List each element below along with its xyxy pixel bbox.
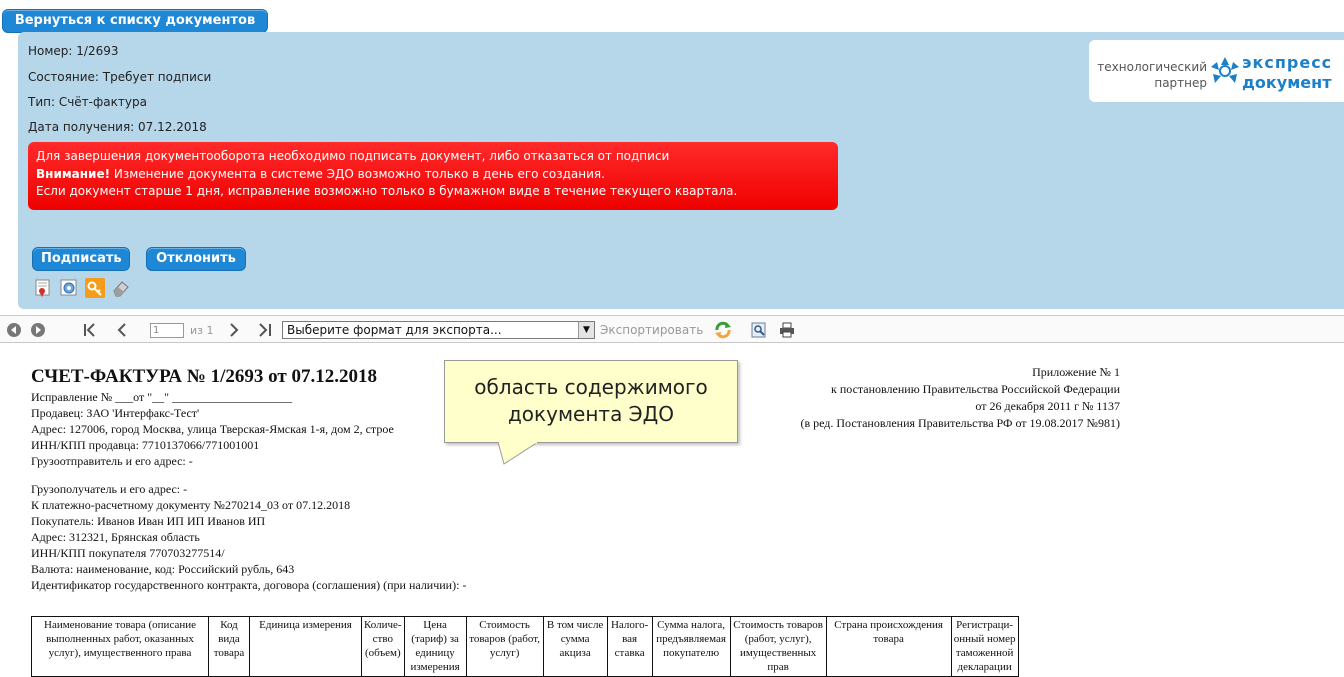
alert-line-2: Внимание! Изменение документа в системе …: [36, 166, 830, 184]
key-icon[interactable]: [85, 278, 105, 298]
table-header-cell: Наименование товара (описание выполненны…: [31, 616, 209, 677]
last-page-icon[interactable]: [256, 322, 276, 338]
back-nav-icon[interactable]: [6, 322, 22, 338]
doc-payment: К платежно-расчетному документу №270214_…: [31, 498, 351, 512]
annex-line-4: (в ред. Постановления Правительства РФ о…: [800, 416, 1120, 430]
report-toolbar: из 1 Выберите формат для экспорта... ▼ Э…: [0, 315, 1344, 343]
callout-line-1: область содержимого: [474, 375, 708, 399]
sign-button[interactable]: Подписать: [32, 247, 130, 271]
table-header-cell: Регистраци-онный номер таможенной деклар…: [950, 616, 1019, 677]
logo-brand-1: экспресс: [1242, 53, 1333, 72]
forward-nav-icon[interactable]: [30, 322, 46, 338]
print-icon[interactable]: [778, 321, 796, 339]
doc-type: Тип: Счёт-фактура: [28, 95, 147, 109]
logo-brand-2: документ: [1242, 73, 1332, 92]
refresh-icon[interactable]: [714, 321, 732, 339]
doc-currency: Валюта: наименование, код: Российский ру…: [31, 562, 295, 576]
prev-page-icon[interactable]: [114, 322, 130, 338]
back-to-list-button[interactable]: Вернуться к списку документов: [2, 9, 268, 33]
stamp-icon[interactable]: [59, 278, 79, 298]
alert-line-1: Для завершения документооборота необходи…: [36, 149, 670, 163]
document-content-area: СЧЕТ-ФАКТУРА № 1/2693 от 07.12.2018 Испр…: [0, 344, 1344, 677]
doc-buyer-inn: ИНН/КПП покупателя 770703277514/: [31, 546, 225, 560]
export-format-select[interactable]: Выберите формат для экспорта... ▼: [282, 321, 595, 339]
export-format-value: Выберите формат для экспорта...: [287, 323, 502, 337]
table-header-cell: Страна происхождения товара: [825, 616, 952, 677]
next-page-icon[interactable]: [226, 322, 242, 338]
doc-buyer-address: Адрес: 312321, Брянская область: [31, 530, 200, 544]
logo-text-2: партнер: [1154, 76, 1207, 90]
zoom-icon[interactable]: [750, 321, 768, 339]
doc-state: Состояние: Требует подписи: [28, 70, 212, 84]
first-page-icon[interactable]: [82, 322, 98, 338]
partner-logo: технологический партнер экспресс докумен…: [1089, 40, 1344, 102]
table-header-cell: Количе-ство (объем): [361, 616, 405, 677]
doc-consignee: Грузополучатель и его адрес: -: [31, 482, 188, 496]
annex-line-3: от 26 декабря 2011 г № 1137: [975, 399, 1120, 413]
express-document-logo-icon: [1211, 57, 1239, 83]
alert-line-3: Если документ старше 1 дня, исправление …: [36, 184, 738, 198]
table-header-cell: Единица измерения: [249, 616, 362, 677]
export-button[interactable]: Экспортировать: [600, 323, 703, 337]
doc-shipper: Грузоотправитель и его адрес: -: [31, 454, 193, 468]
page-number-input[interactable]: [150, 323, 184, 338]
annex-line-2: к постановлению Правительства Российской…: [831, 382, 1120, 396]
alert-line-2-text: Изменение документа в системе ЭДО возмож…: [110, 166, 605, 181]
table-header-cell: Сумма налога, предъявляемая покупателю: [651, 616, 731, 677]
doc-number: Номер: 1/2693: [28, 44, 119, 58]
annex-line-1: Приложение № 1: [1032, 365, 1120, 379]
warning-alert: Для завершения документооборота необходи…: [28, 142, 838, 210]
doc-buyer: Покупатель: Иванов Иван ИП ИП Иванов ИП: [31, 514, 266, 528]
callout-tooltip: область содержимого документа ЭДО: [444, 360, 738, 443]
table-header-cell: Налого-вая ставка: [606, 616, 653, 677]
table-header-cell: Цена (тариф) за единицу измерения: [403, 616, 467, 677]
chevron-down-icon[interactable]: ▼: [578, 322, 594, 338]
doc-correction: Исправление № ___от "__" _______________…: [31, 390, 293, 404]
alert-attention: Внимание!: [36, 166, 111, 181]
certificate-icon[interactable]: [33, 278, 53, 298]
table-header-cell: Код вида товара: [208, 616, 250, 677]
doc-seller: Продавец: ЗАО 'Интерфакс-Тест': [31, 406, 200, 420]
reject-button[interactable]: Отклонить: [146, 247, 246, 271]
callout-pointer-icon: [498, 442, 539, 465]
callout-line-2: документа ЭДО: [507, 402, 675, 426]
doc-seller-inn: ИНН/КПП продавца: 7710137066/771001001: [31, 438, 260, 452]
doc-seller-address: Адрес: 127006, город Москва, улица Тверс…: [31, 422, 394, 436]
table-header-cell: В том числе сумма акциза: [542, 616, 608, 677]
invoice-table: Наименование товара (описание выполненны…: [31, 616, 1019, 677]
page-count: из 1: [190, 324, 214, 337]
table-header-cell: Стоимость товаров (работ, услуг), имущес…: [729, 616, 827, 677]
table-header-row: Наименование товара (описание выполненны…: [31, 616, 1019, 677]
document-title: СЧЕТ-ФАКТУРА № 1/2693 от 07.12.2018: [31, 366, 377, 387]
doc-contract: Идентификатор государственного контракта…: [31, 578, 467, 592]
table-header-cell: Стоимость товаров (работ, услуг): [465, 616, 544, 677]
logo-text-1: технологический: [1097, 60, 1207, 74]
eraser-icon[interactable]: [111, 278, 131, 298]
doc-received-date: Дата получения: 07.12.2018: [28, 120, 207, 134]
